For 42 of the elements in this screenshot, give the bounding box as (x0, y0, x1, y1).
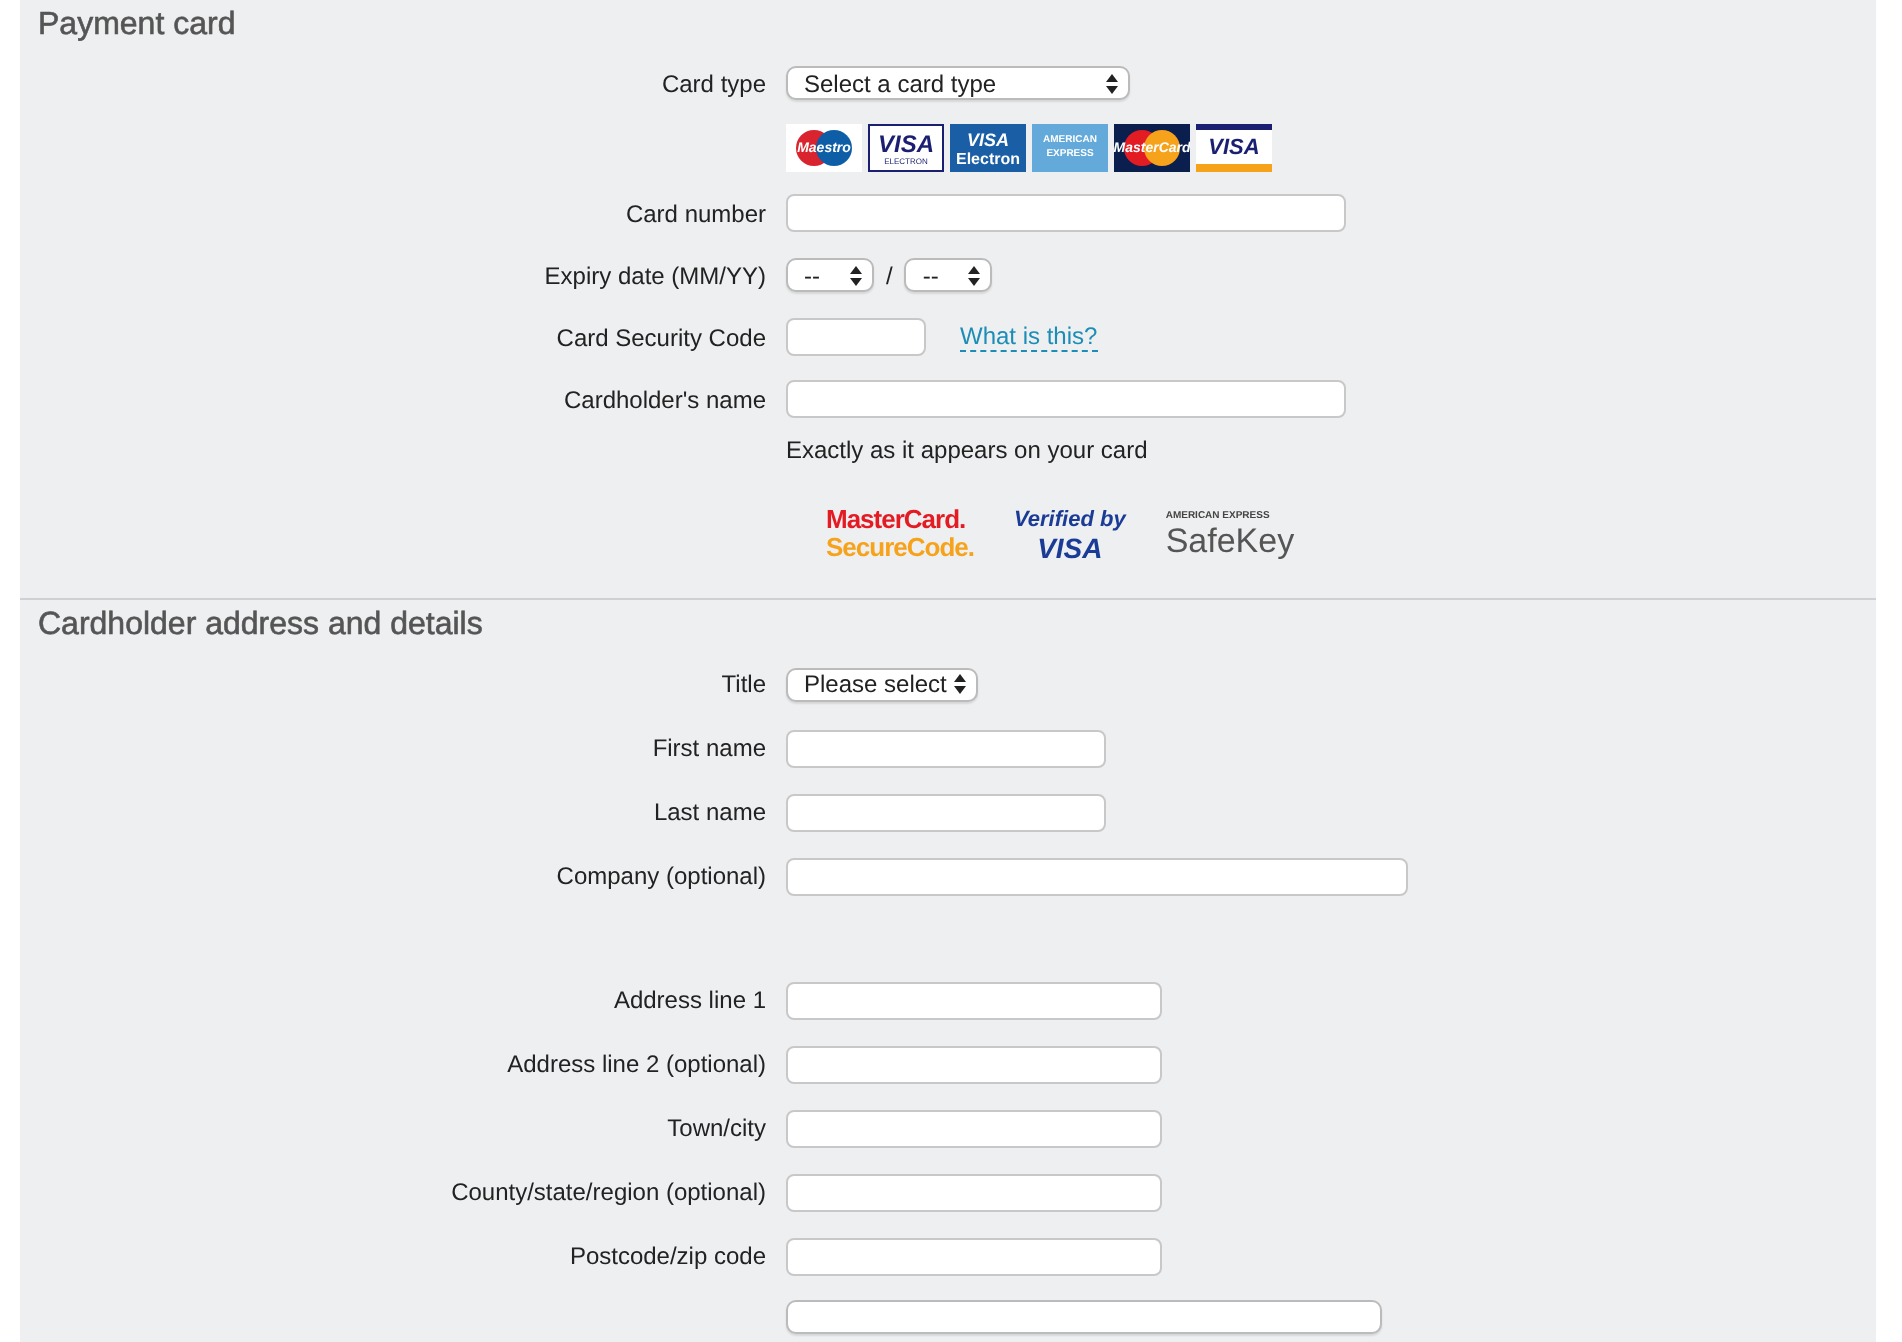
field-label: Address line 1 (611, 986, 768, 1014)
stepper-icon (954, 674, 966, 694)
field-label: Title (719, 670, 768, 698)
text-field[interactable] (786, 857, 1408, 895)
country-select[interactable] (786, 1300, 1382, 1334)
securecode-logo: MasterCard. SecureCode. (826, 506, 974, 562)
field-label: Cardholder's name (561, 385, 768, 413)
year-select[interactable]: -- (904, 258, 993, 292)
field-label: Card Security Code (554, 323, 768, 351)
stepper-icon (1106, 73, 1118, 93)
field-label: Company (optional) (554, 862, 768, 890)
title-select[interactable]: Please select (786, 667, 978, 701)
field-label: County/state/region (optional) (449, 1178, 768, 1206)
field-label: Address line 2 (optional) (505, 1050, 768, 1078)
field-hint: Exactly as it appears on your card (786, 436, 1148, 464)
text-field[interactable] (786, 1237, 1162, 1275)
security-code-field[interactable] (786, 318, 926, 356)
verified-by-visa-logo: Verified by VISA (1013, 506, 1126, 562)
date-separator: / (886, 261, 893, 289)
text-field[interactable] (786, 729, 1106, 767)
card-number-field[interactable] (786, 194, 1346, 232)
stepper-icon (850, 265, 862, 285)
month-select[interactable]: -- (786, 258, 874, 292)
stepper-icon (968, 265, 981, 285)
card-logo: VISA (1196, 124, 1272, 172)
card-type-select[interactable]: Select a card type (786, 66, 1130, 100)
field-label: First name (650, 734, 768, 762)
cardholder-name-field[interactable] (786, 380, 1346, 418)
field-label: Card number (623, 199, 768, 227)
section-title: Payment card (36, 6, 238, 46)
text-field[interactable] (786, 981, 1162, 1019)
field-label: Postcode/zip code (567, 1242, 768, 1270)
text-field[interactable] (786, 1109, 1162, 1147)
text-field[interactable] (786, 793, 1106, 831)
field-label: Expiry date (MM/YY) (542, 261, 768, 289)
field-label: Last name (651, 798, 768, 826)
text-field[interactable] (786, 1045, 1162, 1083)
card-logo: VISA Electron (950, 124, 1026, 172)
field-label: Card type (659, 69, 768, 97)
field-label: Town/city (665, 1114, 768, 1142)
text-field[interactable] (786, 1173, 1162, 1211)
section-title: Cardholder address and details (36, 606, 485, 646)
